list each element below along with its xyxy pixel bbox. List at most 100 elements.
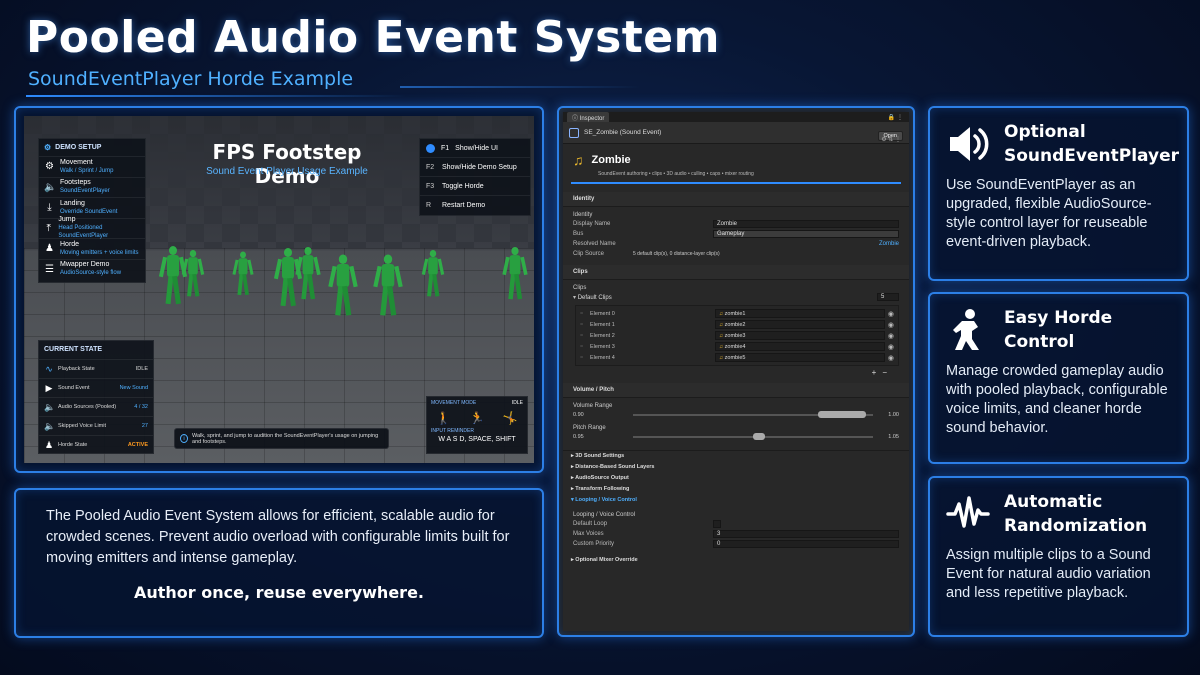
object-picker-icon[interactable]: ◉ bbox=[885, 310, 894, 318]
object-picker-icon[interactable]: ◉ bbox=[885, 321, 894, 329]
list-item[interactable]: = Element 1 ♫ zombie2 ◉ bbox=[576, 319, 898, 330]
sound-event-title: ♫ Zombie bbox=[563, 144, 909, 171]
card-body: Use SoundEventPlayer as an upgraded, fle… bbox=[946, 177, 1152, 250]
identity-section-header[interactable]: Identity bbox=[563, 192, 909, 207]
tagline: Author once, reuse everywhere. bbox=[133, 583, 424, 602]
key-r-row[interactable]: R Restart Demo bbox=[420, 196, 530, 215]
default-clips-list: = Element 0 ♫ zombie1 ◉ = Element 1 ♫ zombie2… bbox=[575, 305, 899, 366]
drag-handle-icon[interactable]: = bbox=[580, 333, 590, 339]
sound-event-asset-icon bbox=[569, 127, 579, 138]
demo-setup-header: ⚙ DEMO SETUP bbox=[44, 143, 102, 152]
sound-event-summary: SoundEvent authoring • clips • 3D audio … bbox=[571, 171, 901, 184]
volume-range-label: Volume Range bbox=[573, 403, 613, 409]
bus-dropdown[interactable]: Gameplay bbox=[713, 230, 899, 238]
drag-handle-icon[interactable]: = bbox=[580, 344, 590, 350]
asset-title: SE_Zombie (Sound Event) bbox=[584, 129, 662, 136]
speaker-icon bbox=[946, 122, 990, 166]
plus-icon[interactable]: + bbox=[872, 368, 883, 377]
zombie-model bbox=[158, 246, 188, 306]
movement-mode-icons: 🚶 🏃 🤸 bbox=[427, 409, 527, 427]
walk-icon: 🚶 bbox=[436, 411, 452, 425]
clip-count-input[interactable]: 5 bbox=[877, 293, 899, 301]
key-f2-row[interactable]: F2 Show/Hide Demo Setup bbox=[420, 158, 530, 177]
sound-event-name: Zombie bbox=[591, 154, 631, 166]
setup-item-landing[interactable]: ⤓ Landing Override SoundEvent bbox=[39, 197, 145, 218]
custom-priority-input[interactable]: 0 bbox=[713, 540, 899, 548]
inspector-frame: ⓘ Inspector 🔒⋮ SE_Zombie (Sound Event) ⚙… bbox=[557, 106, 915, 637]
zombie-model bbox=[273, 248, 303, 308]
speaker-icon: 🔈 bbox=[44, 181, 57, 193]
card-body: Assign multiple clips to a Sound Event f… bbox=[946, 547, 1151, 601]
asset-header: SE_Zombie (Sound Event) ⚙ ⇅ ⋮ Open bbox=[563, 122, 909, 144]
asset-settings-icon[interactable]: ⚙ ⇅ ⋮ bbox=[881, 136, 901, 143]
setup-item-movement[interactable]: ⚙ Movement Walk / Sprint / Jump bbox=[39, 156, 145, 177]
clip-source-field: Clip Source 5 default clip(s), 0 distance… bbox=[573, 251, 720, 257]
drag-handle-icon[interactable]: = bbox=[580, 322, 590, 328]
card-body: Manage crowded gameplay audio with poole… bbox=[946, 363, 1168, 436]
pitch-range-slider[interactable]: 0.95 1.05 bbox=[573, 432, 899, 442]
display-name-input[interactable]: Zombie bbox=[713, 220, 899, 228]
foldout-looping-voice[interactable]: ▾ Looping / Voice Control bbox=[563, 495, 909, 506]
inspector-window: ⓘ Inspector 🔒⋮ SE_Zombie (Sound Event) ⚙… bbox=[563, 112, 909, 631]
clips-section-header[interactable]: Clips bbox=[563, 265, 909, 280]
demo-setup-panel: ⚙ DEMO SETUP ⚙ Movement Walk / Sprint / Jum… bbox=[38, 138, 146, 283]
speaker-muted-icon: 🔈 bbox=[44, 420, 56, 431]
current-state-panel: CURRENT STATE ∿ Playback State IDLE ▶ Sound… bbox=[38, 340, 154, 454]
demo-subtitle: Sound Event Player Usage Example bbox=[206, 166, 368, 177]
list-add-remove-buttons[interactable]: +− bbox=[563, 366, 909, 377]
music-note-icon: ♫ bbox=[573, 152, 584, 168]
game-view-frame: FPS Footstep Demo Sound Event Player Usa… bbox=[14, 106, 544, 473]
object-picker-icon[interactable]: ◉ bbox=[885, 343, 894, 351]
slider-handle[interactable] bbox=[817, 411, 866, 418]
key-f1-row[interactable]: F1 Show/Hide UI bbox=[420, 139, 530, 158]
list-item[interactable]: = Element 2 ♫ zombie3 ◉ bbox=[576, 330, 898, 341]
zombie-model bbox=[373, 254, 403, 318]
default-clips-header[interactable]: ▾ Default Clips 5 bbox=[563, 292, 909, 302]
looping-subheader: Looping / Voice Control bbox=[573, 512, 636, 518]
key-f3-row[interactable]: F3 Toggle Horde bbox=[420, 177, 530, 196]
tab-inspector[interactable]: ⓘ Inspector bbox=[567, 112, 610, 123]
minus-icon[interactable]: − bbox=[882, 368, 893, 377]
drag-handle-icon[interactable]: = bbox=[580, 311, 590, 317]
foldout-audiosource-output[interactable]: ▸ AudioSource Output bbox=[563, 473, 909, 484]
setup-item-jump[interactable]: ⤒ Jump Head Positioned SoundEventPlayer bbox=[39, 216, 145, 239]
foldout-mixer-override[interactable]: ▸ Optional Mixer Override bbox=[563, 555, 909, 566]
object-picker-icon[interactable]: ◉ bbox=[885, 354, 894, 362]
state-row-sound-event: ▶ Sound Event New Sound bbox=[39, 378, 153, 397]
foldout-transform-following[interactable]: ▸ Transform Following bbox=[563, 484, 909, 495]
state-row-voice-limit: 🔈 Skipped Voice Limit 27 bbox=[39, 416, 153, 435]
foldout-3d-sound[interactable]: ▸ 3D Sound Settings bbox=[563, 451, 909, 462]
setup-item-mixer[interactable]: ☰ Mwapper Demo AudioSource-style flow bbox=[39, 258, 145, 280]
resolved-name-field: Resolved Name Zombie bbox=[573, 241, 899, 247]
list-item[interactable]: = Element 3 ♫ zombie4 ◉ bbox=[576, 341, 898, 352]
setup-item-horde[interactable]: ♟ Horde Moving emitters + voice limits bbox=[39, 238, 145, 259]
inspector-tab-bar: ⓘ Inspector 🔒⋮ bbox=[563, 112, 909, 123]
list-item[interactable]: = Element 4 ♫ zombie5 ◉ bbox=[576, 352, 898, 363]
movement-mode-panel: MOVEMENT MODE IDLE 🚶 🏃 🤸 INPUT REMINDER W… bbox=[426, 396, 528, 454]
slider-handle[interactable] bbox=[753, 433, 765, 440]
tab-menu-icon[interactable]: 🔒⋮ bbox=[888, 114, 909, 121]
volume-pitch-section-header[interactable]: Volume / Pitch bbox=[563, 383, 909, 398]
info-icon: ⓘ bbox=[572, 115, 580, 122]
zombie-model bbox=[232, 251, 254, 297]
title-underline bbox=[26, 95, 406, 97]
object-picker-icon[interactable]: ◉ bbox=[885, 332, 894, 340]
identity-subheader: Identity bbox=[573, 212, 593, 218]
speaker-icon: 🔈 bbox=[44, 401, 56, 412]
feature-card-horde: Easy Horde Control Manage crowded gamepla… bbox=[928, 292, 1189, 464]
setup-item-footsteps[interactable]: 🔈 Footsteps SoundEventPlayer bbox=[39, 176, 145, 198]
key-bindings-panel: F1 Show/Hide UI F2 Show/Hide Demo Setup F3… bbox=[419, 138, 531, 216]
max-voices-input[interactable]: 3 bbox=[713, 530, 899, 538]
state-row-horde: ♟ Horde State ACTIVE bbox=[39, 435, 153, 454]
foldout-distance-layers[interactable]: ▸ Distance-Based Sound Layers bbox=[563, 462, 909, 473]
list-item[interactable]: = Element 0 ♫ zombie1 ◉ bbox=[576, 308, 898, 319]
horde-icon bbox=[946, 308, 990, 352]
volume-range-slider[interactable]: 0.90 1.00 bbox=[573, 410, 899, 420]
card-title-line1: Automatic bbox=[1004, 492, 1103, 512]
input-reminder-keys: W A S D, SPACE, SHIFT bbox=[438, 436, 516, 443]
current-state-header: CURRENT STATE bbox=[44, 346, 103, 353]
drag-handle-icon[interactable]: = bbox=[580, 355, 590, 361]
clips-subheader: Clips bbox=[573, 285, 587, 291]
default-loop-checkbox[interactable] bbox=[713, 520, 721, 528]
play-icon: ▶ bbox=[45, 382, 53, 393]
